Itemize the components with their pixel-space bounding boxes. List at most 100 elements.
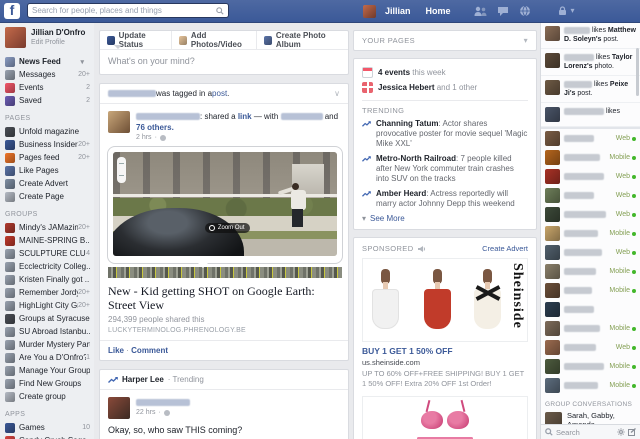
messages-icon[interactable] [497, 6, 509, 17]
chat-contact[interactable]: Web [541, 129, 640, 148]
your-pages-card[interactable]: YOUR PAGES ▾ [353, 30, 537, 51]
sidebar-item[interactable]: Are You a D'Onfro? 1 [5, 351, 94, 364]
sidebar-item[interactable]: Remember Jordyn... 20+ [5, 286, 94, 299]
sidebar-item[interactable]: Messages 20+ [5, 68, 94, 81]
create-page-icon [5, 192, 15, 202]
presence-status: Web [616, 135, 636, 142]
ad-url[interactable]: us.sheinside.com [362, 358, 528, 367]
trending-topic-name[interactable]: Harper Lee [122, 375, 164, 384]
sidebar-item[interactable]: Pages feed 20+ [5, 151, 94, 164]
ticker-story[interactable]: likes Taylor Lorenz's photo. [541, 49, 640, 76]
birthdays-row[interactable]: Jessica Hebert and 1 other [362, 80, 528, 95]
global-search[interactable] [27, 3, 229, 18]
trending-topic[interactable]: Metro-North Railroad: 7 people killed af… [362, 154, 528, 184]
search-input[interactable] [32, 6, 216, 15]
poster-avatar[interactable] [108, 397, 130, 419]
see-more-link[interactable]: ▾ See More [362, 214, 528, 223]
chat-contact[interactable]: Mobile [541, 262, 640, 281]
ad-title[interactable]: BUY 1 GET 1 50% OFF [362, 346, 528, 356]
post-timestamp[interactable]: 2 hrs· [136, 134, 340, 141]
create-advert-link[interactable]: Create Advert [482, 244, 528, 253]
status-input[interactable]: What's on your mind? [100, 50, 348, 74]
sidebar-item[interactable]: SU Abroad Istanbu... [5, 325, 94, 338]
sidebar-item[interactable]: Create Advert [5, 177, 94, 190]
zoom-out-button[interactable]: Zoom Out [205, 223, 250, 233]
sidebar-item[interactable]: Events 2 [5, 81, 94, 94]
user-avatar[interactable] [363, 5, 376, 18]
ad-adoreme[interactable]: Best. Lingerie. Ever. adoreme.com Lucind… [362, 396, 528, 439]
chat-contact[interactable]: Web [541, 186, 640, 205]
gear-icon[interactable] [617, 428, 625, 436]
chat-search-bar[interactable]: Search [540, 424, 640, 439]
facebook-logo[interactable]: f [4, 3, 20, 19]
trending-icon [362, 120, 371, 128]
streetview-zoom-control[interactable] [117, 157, 126, 183]
sidebar-item[interactable]: Murder Mystery Party [5, 338, 94, 351]
settings-caret-icon[interactable]: ▾ [571, 7, 575, 15]
profile-name[interactable]: Jillian D'Onfro [31, 27, 85, 38]
streetview-screenshot[interactable]: Zoom Out [108, 147, 342, 278]
ticker-story[interactable]: likes Peixe Ji's post. [541, 76, 640, 103]
online-dot [632, 270, 636, 274]
sidebar-item[interactable]: Manage Your Groups [5, 364, 94, 377]
chat-contact[interactable]: Mobile [541, 148, 640, 167]
composer-tab[interactable]: Create Photo Album [257, 31, 348, 49]
others-link[interactable]: 76 others. [136, 123, 174, 132]
trending-topic[interactable]: Channing Tatum: Actor shares provocative… [362, 119, 528, 149]
chat-contact[interactable]: Web [541, 243, 640, 262]
post-link[interactable]: post [212, 89, 227, 98]
sidebar-item[interactable]: Ecclectricity Colleg... [5, 260, 94, 273]
sidebar-item[interactable]: Mindy's JAMazing... 20+ [5, 221, 94, 234]
profile-link[interactable]: Jillian [385, 6, 411, 16]
trending-topic[interactable]: Amber Heard: Actress reportedly will mar… [362, 189, 528, 209]
like-button[interactable]: Like [108, 346, 124, 355]
chevron-down-icon[interactable]: ▾ [80, 58, 84, 66]
chat-contact[interactable]: Mobile [541, 319, 640, 338]
composer-tab[interactable]: Add Photos/Video [172, 31, 257, 49]
chat-contact[interactable]: Mobile [541, 281, 640, 300]
sidebar-item[interactable]: Games 10 [5, 421, 94, 434]
sidebar-item[interactable]: Like Pages [5, 164, 94, 177]
sidebar-item[interactable]: Saved 2 [5, 94, 94, 107]
group-icon [5, 340, 15, 350]
chat-contact[interactable]: Mobile [541, 376, 640, 395]
poster-avatar[interactable] [108, 111, 130, 133]
shared-link[interactable]: link [238, 112, 252, 121]
sidebar-item[interactable]: Create group [5, 390, 94, 403]
chat-contact[interactable]: Mobile [541, 357, 640, 376]
your-pages-chevron-icon[interactable]: ▾ [524, 37, 528, 45]
sidebar-item[interactable]: HighLight City Gro... 20+ [5, 299, 94, 312]
chat-contact[interactable]: Web [541, 205, 640, 224]
chat-contact[interactable]: Web [541, 338, 640, 357]
privacy-lock-icon[interactable] [558, 6, 567, 16]
sidebar-item[interactable]: MAINE-SPRING B... [5, 234, 94, 247]
scrollbar[interactable] [636, 48, 639, 96]
ad-sheinside[interactable]: Sheinside BUY 1 GET 1 50% OFF us.sheinsi… [362, 258, 528, 388]
sidebar-item[interactable]: Unfold magazine [5, 125, 94, 138]
edit-profile-link[interactable]: Edit Profile [31, 38, 85, 47]
ticker-story[interactable]: likes [541, 103, 640, 127]
sidebar-item[interactable]: SCULPTURE CLUB 4 [5, 247, 94, 260]
ticker-story[interactable]: likes Matthew D. Soleyn's post. [541, 22, 640, 49]
composer-tab[interactable]: Update Status [100, 31, 172, 49]
post-timestamp[interactable]: 22 hrs· [136, 409, 190, 416]
events-row[interactable]: 4 events this week [362, 65, 528, 80]
sidebar-item[interactable]: Groups at Syracuse [5, 312, 94, 325]
chat-contact[interactable]: Mobile [541, 224, 640, 243]
profile-block[interactable]: Jillian D'Onfro Edit Profile [5, 27, 94, 48]
sidebar-item[interactable]: Create Page [5, 190, 94, 203]
home-link[interactable]: Home [426, 6, 451, 16]
chat-contact[interactable] [541, 300, 640, 319]
new-message-icon[interactable] [628, 428, 636, 436]
sidebar-item[interactable]: Kristen Finally got ... [5, 273, 94, 286]
chat-contact[interactable]: Web [541, 167, 640, 186]
comment-button[interactable]: Comment [131, 346, 168, 355]
sidebar-item[interactable]: Candy Crush Saga [5, 434, 94, 439]
notifications-globe-icon[interactable] [519, 5, 531, 17]
sidebar-item[interactable]: Business Insider: ... 20+ [5, 138, 94, 151]
shared-link-title[interactable]: New - Kid getting SHOT on Google Earth: … [108, 284, 340, 312]
sidebar-item[interactable]: News Feed ▾ [5, 55, 94, 68]
sidebar-item[interactable]: Find New Groups [5, 377, 94, 390]
post-options-chevron-icon[interactable]: ∨ [334, 89, 340, 98]
friend-requests-icon[interactable] [474, 6, 487, 17]
